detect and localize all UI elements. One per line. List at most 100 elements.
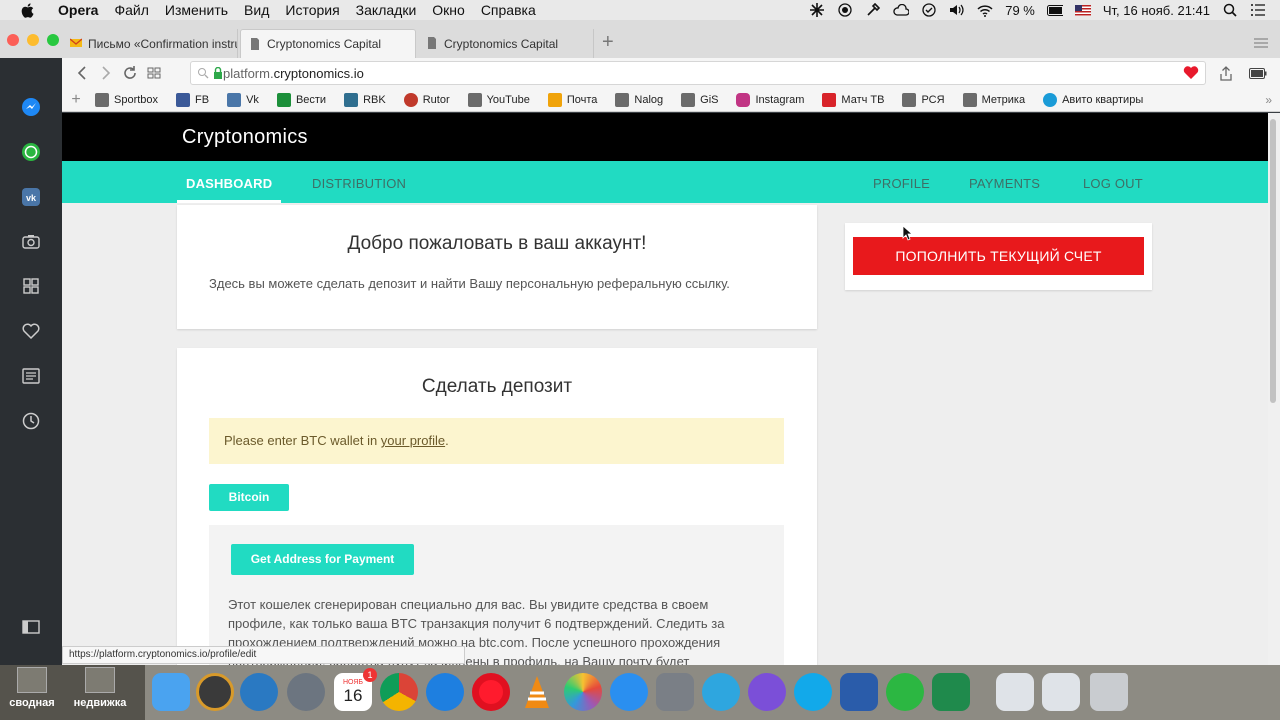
bookmark-item[interactable]: РСЯ — [902, 92, 945, 107]
wifi-icon[interactable] — [977, 3, 993, 17]
bookmark-item[interactable]: Instagram — [736, 92, 804, 107]
bookmark-item[interactable]: Матч ТВ — [822, 92, 884, 107]
app-store-icon[interactable] — [610, 673, 648, 711]
camera-icon[interactable] — [20, 230, 42, 252]
bitcoin-tab[interactable]: Bitcoin — [209, 484, 289, 511]
chrome-icon[interactable] — [380, 673, 418, 711]
viber-icon[interactable] — [748, 673, 786, 711]
bookmarks-overflow-icon[interactable]: » — [1265, 93, 1272, 107]
bookmark-item[interactable]: Метрика — [962, 92, 1025, 107]
check-circle-icon[interactable] — [921, 3, 937, 17]
bookmark-item[interactable]: FB — [176, 92, 209, 107]
menu-window[interactable]: Окно — [424, 2, 473, 18]
menu-help[interactable]: Справка — [473, 2, 544, 18]
desktop-summary[interactable]: сводная — [6, 667, 58, 709]
news-icon[interactable] — [20, 365, 42, 387]
tab-cryptonomics-active[interactable]: Cryptonomics Capital — [240, 29, 416, 58]
history-clock-icon[interactable] — [20, 410, 42, 432]
nav-distribution[interactable]: DISTRIBUTION — [312, 176, 406, 191]
bookmark-item[interactable]: RBK — [344, 92, 386, 107]
svg-text:vk: vk — [26, 193, 37, 203]
topup-account-button[interactable]: ПОПОЛНИТЬ ТЕКУЩИЙ СЧЕТ — [853, 237, 1144, 275]
bookmark-item[interactable]: Nalog — [615, 92, 663, 107]
snowflake-icon[interactable] — [809, 3, 825, 17]
forward-icon[interactable] — [94, 61, 118, 85]
bookmarks-bar: + Sportbox FB Vk Вести RBK Rutor YouTube… — [62, 88, 1280, 112]
bookmark-heart-icon[interactable] — [1183, 66, 1199, 80]
nav-payments[interactable]: PAYMENTS — [969, 176, 1040, 191]
photos-icon[interactable] — [564, 673, 602, 711]
close-window-icon[interactable] — [7, 34, 19, 46]
vk-icon[interactable]: vk — [20, 186, 42, 208]
us-flag-icon[interactable] — [1074, 3, 1091, 17]
nav-profile[interactable]: PROFILE — [873, 176, 930, 191]
zoom-window-icon[interactable] — [47, 34, 59, 46]
menu-opera[interactable]: Opera — [50, 2, 106, 18]
document-word-icon[interactable] — [996, 673, 1034, 711]
whatsapp-icon[interactable] — [886, 673, 924, 711]
tab-mail[interactable]: Письмо «Confirmation instru — [62, 29, 238, 58]
skype-icon[interactable] — [794, 673, 832, 711]
battery-icon[interactable] — [1046, 3, 1063, 17]
menu-view[interactable]: Вид — [236, 2, 277, 18]
new-tab-icon[interactable]: + — [602, 32, 614, 52]
document-preview-icon[interactable] — [1042, 673, 1080, 711]
tools-icon[interactable] — [865, 3, 881, 17]
add-bookmark-icon[interactable]: + — [65, 91, 87, 109]
finder-icon[interactable] — [152, 673, 190, 711]
site-logo[interactable]: Cryptonomics — [182, 126, 308, 149]
get-address-button[interactable]: Get Address for Payment — [231, 544, 414, 575]
speed-dial-icon[interactable] — [142, 61, 166, 85]
notification-center-icon[interactable] — [1250, 3, 1266, 17]
bookmark-item[interactable]: GiS — [681, 92, 718, 107]
speed-dial-icon[interactable] — [20, 275, 42, 297]
sidebar-toggle-icon[interactable] — [20, 616, 42, 638]
battery-saver-icon[interactable] — [1246, 61, 1270, 85]
bookmark-item[interactable]: Вести — [276, 92, 326, 107]
excel-icon[interactable] — [932, 673, 970, 711]
record-icon[interactable] — [837, 3, 853, 17]
quicktime-icon[interactable] — [240, 673, 278, 711]
menu-edit[interactable]: Изменить — [157, 2, 236, 18]
heart-icon[interactable] — [20, 320, 42, 342]
share-icon[interactable] — [1214, 61, 1238, 85]
address-bar[interactable]: platform.cryptonomics.io — [190, 61, 1206, 85]
bookmark-item[interactable]: Rutor — [403, 92, 450, 107]
menu-bookmarks[interactable]: Закладки — [348, 2, 425, 18]
calendar-icon[interactable]: НОЯБ 16 1 — [334, 668, 377, 711]
bookmark-item[interactable]: YouTube — [467, 92, 530, 107]
profile-link[interactable]: your profile — [381, 433, 445, 448]
reload-icon[interactable] — [118, 61, 142, 85]
launchpad-icon[interactable] — [287, 673, 325, 711]
opera-icon[interactable] — [472, 673, 510, 711]
menu-file[interactable]: Файл — [106, 2, 156, 18]
trash-icon[interactable] — [1090, 673, 1128, 711]
clock-text[interactable]: Чт, 16 нояб. 21:41 — [1103, 3, 1210, 18]
scrollbar-thumb[interactable] — [1270, 119, 1276, 403]
desktop-realty[interactable]: недвижка — [68, 667, 132, 709]
word-icon[interactable] — [840, 673, 878, 711]
nav-logout[interactable]: LOG OUT — [1083, 176, 1143, 191]
bookmark-item[interactable]: Vk — [227, 92, 259, 107]
cloud-icon[interactable] — [893, 3, 910, 17]
nav-dashboard[interactable]: DASHBOARD — [186, 176, 272, 191]
volume-icon[interactable] — [949, 3, 965, 17]
vlc-icon[interactable] — [518, 673, 556, 711]
whatsapp-icon[interactable] — [20, 141, 42, 163]
bookmark-item[interactable]: Почта — [547, 92, 597, 107]
audio-player-icon[interactable] — [196, 673, 234, 711]
apple-icon[interactable] — [18, 2, 36, 18]
tab-cryptonomics[interactable]: Cryptonomics Capital — [418, 29, 594, 58]
spotlight-search-icon[interactable] — [1222, 3, 1238, 17]
tab-menu-icon[interactable] — [1254, 38, 1268, 48]
menu-history[interactable]: История — [277, 2, 347, 18]
safari-icon[interactable] — [426, 673, 464, 711]
messenger-icon[interactable] — [20, 96, 42, 118]
bookmark-item[interactable]: Sportbox — [95, 92, 158, 107]
telegram-icon[interactable] — [702, 673, 740, 711]
back-icon[interactable] — [70, 61, 94, 85]
system-preferences-icon[interactable] — [656, 673, 694, 711]
minimize-window-icon[interactable] — [27, 34, 39, 46]
bookmark-item[interactable]: Авито квартиры — [1043, 92, 1143, 107]
page-scrollbar[interactable] — [1268, 113, 1280, 665]
